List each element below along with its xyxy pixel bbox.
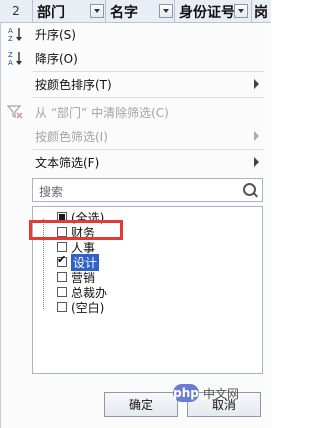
submenu-arrow-icon <box>254 79 259 89</box>
column-header-id[interactable]: 身份证号 <box>175 0 252 22</box>
checkbox[interactable] <box>57 302 67 312</box>
column-header-name[interactable]: 名字 <box>106 0 175 22</box>
search-placeholder: 搜索 <box>39 185 64 199</box>
menu-separator <box>33 71 264 72</box>
submenu-arrow-icon <box>254 157 259 167</box>
clear-filter-icon <box>6 103 24 121</box>
watermark-text: 中文网 <box>203 386 240 401</box>
menu-label-filter-by-color: 按颜色筛选(I) <box>35 130 108 144</box>
watermark: php 中文网 <box>173 379 263 407</box>
menu-label-clear-filter: 从 “部门” 中清除筛选(C) <box>35 106 169 120</box>
menu-separator <box>33 149 264 150</box>
menu-separator <box>33 97 264 98</box>
search-input[interactable]: 搜索 <box>32 178 263 202</box>
list-item[interactable]: 设计 <box>57 253 100 271</box>
column-title-id: 身份证号 <box>179 5 235 21</box>
watermark-logo: php <box>173 384 199 402</box>
list-item[interactable]: 营销 <box>57 270 95 285</box>
checkbox[interactable] <box>57 272 67 282</box>
checkbox[interactable] <box>57 287 67 297</box>
menu-item-sort-desc[interactable]: ZA 降序(O) <box>1 47 265 69</box>
filter-dropdown-icon[interactable] <box>234 4 248 18</box>
column-header-strip: 2 部门 名字 身份证号 岗 <box>0 0 271 23</box>
column-header-dept[interactable]: 部门 <box>33 0 106 22</box>
column-title-name: 名字 <box>110 5 138 21</box>
menu-label-sort-desc: 降序(O) <box>35 52 78 66</box>
svg-text:Z: Z <box>8 35 13 42</box>
sort-za-icon: ZA <box>6 49 24 67</box>
list-item[interactable]: 人事 <box>57 240 95 255</box>
list-item[interactable]: 总裁办 <box>57 285 107 300</box>
highlight-box <box>29 220 123 240</box>
search-icon <box>243 183 256 196</box>
list-item[interactable]: (空白) <box>57 300 105 315</box>
column-title-post: 岗 <box>254 5 268 21</box>
svg-text:A: A <box>8 59 13 66</box>
menu-item-clear-filter: 从 “部门” 中清除筛选(C) <box>1 101 265 123</box>
sort-az-icon: AZ <box>6 25 24 43</box>
checkbox[interactable] <box>57 242 67 252</box>
svg-text:Z: Z <box>8 51 13 59</box>
checkbox-checked[interactable] <box>57 253 67 267</box>
svg-text:A: A <box>8 27 13 35</box>
submenu-arrow-icon <box>254 131 259 141</box>
filter-dropdown-icon[interactable] <box>90 4 104 18</box>
filter-menu: AZ 升序(S) ZA 降序(O) 按颜色排序(T) 从 “部门” 中清除筛选(… <box>0 23 271 428</box>
menu-item-sort-asc[interactable]: AZ 升序(S) <box>1 23 265 45</box>
menu-label-sort-asc: 升序(S) <box>35 28 76 42</box>
menu-item-text-filter[interactable]: 文本筛选(F) <box>1 151 265 173</box>
ok-button[interactable]: 确定 <box>104 392 178 417</box>
column-header-post[interactable]: 岗 <box>252 0 271 22</box>
row-number: 2 <box>0 0 33 22</box>
menu-label-sort-by-color: 按颜色排序(T) <box>35 78 112 92</box>
column-title-dept: 部门 <box>37 5 65 21</box>
list-item-label: (空白) <box>71 300 105 315</box>
menu-item-sort-by-color[interactable]: 按颜色排序(T) <box>1 73 265 95</box>
menu-item-filter-by-color: 按颜色筛选(I) <box>1 125 265 147</box>
filter-dropdown-icon[interactable] <box>159 4 173 18</box>
menu-label-text-filter: 文本筛选(F) <box>35 156 100 170</box>
